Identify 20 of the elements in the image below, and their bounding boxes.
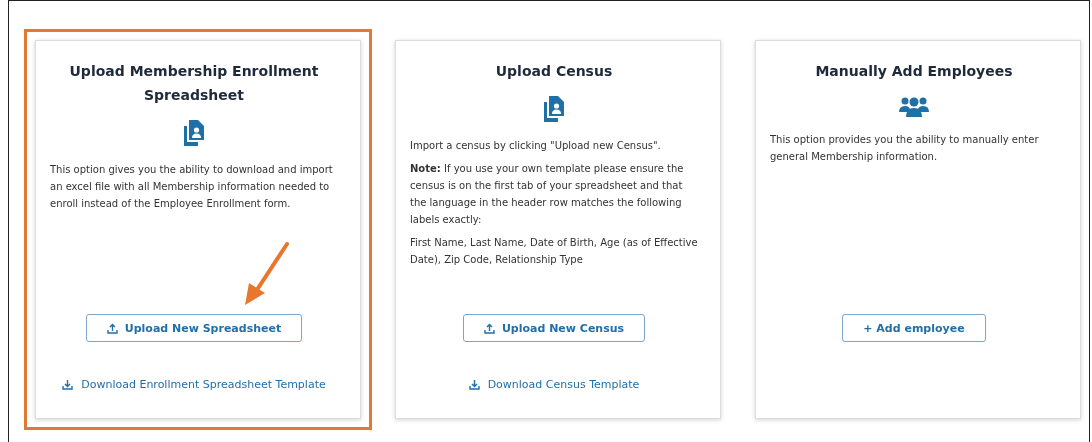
document-person-icon — [543, 95, 565, 123]
card-title: Manually Add Employees — [814, 62, 1014, 81]
description-text: First Name, Last Name, Date of Birth, Age (as of Effective Date), Zip Code, Relationship Type — [410, 236, 698, 267]
description-text: Import a census by clicking "Upload new Census". — [410, 139, 662, 153]
download-icon — [62, 379, 74, 390]
description-text: This option gives you the ability to download and import an excel file with all Membership information needed to enroll instead of the Employee Enrollment form. — [50, 163, 334, 211]
upload-button[interactable]: Upload New Census — [462, 314, 646, 342]
upload-icon — [483, 322, 495, 334]
document-person-icon — [183, 119, 205, 147]
card-title: Upload Census — [494, 62, 614, 81]
description-text: This option provides you the ability to manually enter general Membership information. — [770, 133, 1040, 164]
people-icon — [898, 95, 930, 117]
download-icon — [468, 379, 480, 390]
description-text: Note: If you use your own template please ensure the census is on the first tab of your spreadsheet and that the language in the header row matches the following labels exactly: — [410, 162, 685, 227]
upload-button[interactable]: + Add employee — [842, 314, 986, 342]
upload-button[interactable]: Upload New Spreadsheet — [85, 314, 303, 342]
download-link[interactable]: Download Census Template — [468, 378, 640, 391]
card-title: Upload Membership Enrollment Spreadsheet — [68, 62, 320, 105]
download-link[interactable]: Download Enrollment Spreadsheet Template — [62, 378, 326, 391]
upload-icon — [106, 322, 118, 334]
